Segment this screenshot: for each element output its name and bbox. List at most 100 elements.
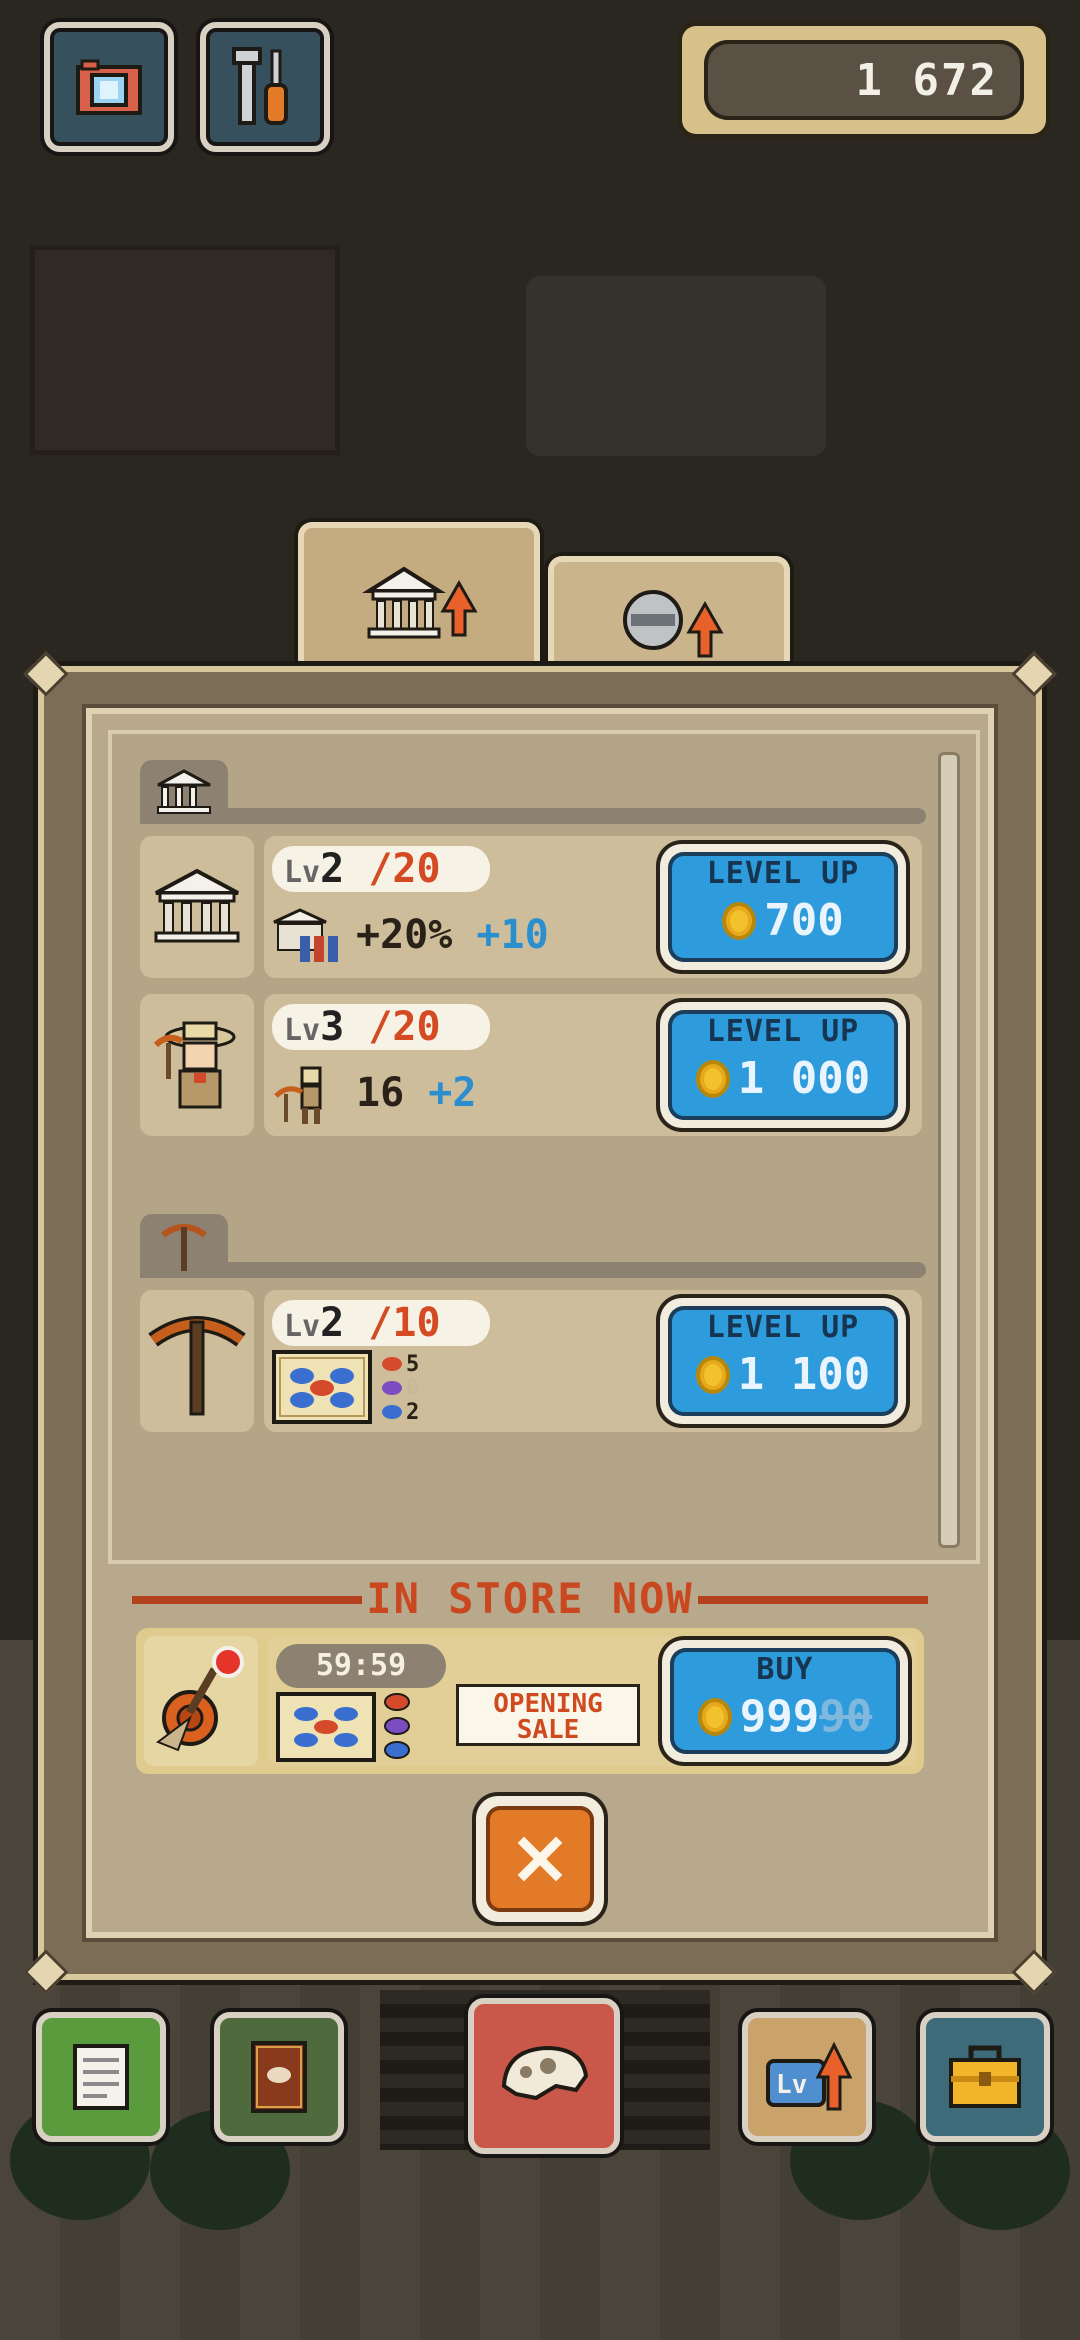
museum-upgrade-icon <box>362 566 478 639</box>
upgrade-row: Lv2 /10 5 0 2 LEVEL UP 1 100 <box>140 1290 922 1432</box>
nav-level-up-button[interactable]: Lv <box>742 2012 872 2142</box>
level-up-button-face: LEVEL UP 700 <box>668 852 898 962</box>
stat-value: +20% <box>356 912 453 958</box>
level-indicator: Lv2 /10 <box>272 1300 490 1346</box>
stat-bonus: +10 <box>476 912 549 958</box>
camera-button[interactable] <box>44 22 174 152</box>
level-up-price: 1 100 <box>668 1349 898 1400</box>
level-prefix: Lv <box>284 1013 321 1048</box>
buy-price: 99990 <box>670 1691 900 1742</box>
row-body: Lv3 /20 16 +2 LEVEL UP 1 000 <box>264 994 922 1136</box>
buy-button-face: BUY 99990 <box>670 1648 900 1754</box>
level-max: /10 <box>368 1300 441 1346</box>
level-prefix: Lv <box>284 855 321 890</box>
level-indicator: Lv2 /20 <box>272 846 490 892</box>
section-tab <box>140 760 228 824</box>
original-price-struck: 90 <box>819 1691 873 1742</box>
coin-counter: 1 672 <box>682 26 1046 134</box>
museum-icon <box>157 769 211 814</box>
store-item-icon-box <box>144 1636 258 1766</box>
gem-count-value: 5 <box>406 1351 420 1377</box>
tools-icon <box>232 47 288 125</box>
level-up-icon-label: Lv <box>776 2070 807 2100</box>
gem-count-value: 0 <box>406 1375 420 1401</box>
coin-amount: 1 672 <box>704 40 1024 120</box>
gem-count-blue: 2 <box>382 1400 442 1425</box>
pickaxe-icon <box>148 1316 246 1416</box>
buy-button[interactable]: BUY 99990 <box>662 1640 908 1762</box>
sale-line-2: SALE <box>516 1715 580 1745</box>
coin-icon <box>695 1355 730 1394</box>
gem-counts: 5 0 2 <box>382 1351 442 1425</box>
section-divider <box>228 808 926 824</box>
level-up-label: LEVEL UP <box>706 856 860 891</box>
close-button[interactable] <box>476 1796 604 1922</box>
store-offer: 59:59 OPENING SALE BUY 99990 <box>136 1628 924 1774</box>
gem-map-icon <box>276 1692 376 1762</box>
level-up-button-face: LEVEL UP 1 100 <box>668 1306 898 1416</box>
robot-upgrade-icon <box>623 590 724 658</box>
level-indicator: Lv3 /20 <box>272 1004 490 1050</box>
stat-bonus: +2 <box>428 1070 477 1116</box>
buy-label: BUY <box>756 1652 814 1687</box>
section-divider <box>228 1262 926 1278</box>
price-value: 1 000 <box>737 1053 871 1104</box>
upgrade-row: Lv2 /20 +20% +10 LEVEL UP 700 <box>140 836 922 978</box>
fossil-skull-icon <box>501 2045 589 2101</box>
section-header-museum <box>140 760 926 824</box>
level-up-price: 700 <box>668 895 898 946</box>
gem-count-purple: 0 <box>382 1375 442 1401</box>
coin-icon <box>697 1697 732 1736</box>
coin-icon <box>722 901 757 940</box>
visitors-icon <box>273 908 338 962</box>
background-rug <box>520 270 832 462</box>
level-up-label: LEVEL UP <box>706 1310 860 1345</box>
store-body: 59:59 OPENING SALE BUY 99990 <box>268 1636 916 1766</box>
stat-line: 16 +2 <box>356 1070 476 1116</box>
nav-journal-button[interactable] <box>214 2012 344 2142</box>
tab-museum-upgrades[interactable] <box>298 522 540 678</box>
stat-value: 16 <box>356 1070 405 1116</box>
nav-fossils-button[interactable] <box>468 1998 620 2154</box>
nav-quests-button[interactable] <box>36 2012 166 2142</box>
section-header-pickaxe <box>140 1214 926 1278</box>
toolbox-icon <box>949 2045 1021 2108</box>
level-up-button[interactable]: LEVEL UP 700 <box>660 844 906 970</box>
level-current: 2 <box>320 1300 345 1346</box>
purple-gem-icon <box>382 1381 402 1395</box>
red-gem-icon <box>382 1357 402 1371</box>
level-up-icon: Lv <box>766 2041 852 2111</box>
drill-pickaxe-icon <box>155 1646 244 1752</box>
store-header: IN STORE NOW <box>132 1574 928 1624</box>
level-current: 2 <box>320 846 345 892</box>
level-up-button-face: LEVEL UP 1 000 <box>668 1010 898 1120</box>
level-max: /20 <box>368 1004 441 1050</box>
close-button-face <box>486 1806 594 1912</box>
sale-price: 999 <box>739 1691 820 1742</box>
gem-map-icon <box>272 1350 372 1424</box>
camera-icon <box>76 59 142 115</box>
level-up-button[interactable]: LEVEL UP 1 100 <box>660 1298 906 1424</box>
museum-icon <box>154 868 240 943</box>
store-title: IN STORE NOW <box>366 1574 694 1623</box>
opening-sale-tag: OPENING SALE <box>456 1684 640 1746</box>
nav-shop-button[interactable] <box>920 2012 1050 2142</box>
tab-robot-upgrades[interactable] <box>548 556 790 678</box>
notes-icon <box>73 2044 129 2110</box>
close-icon <box>517 1836 563 1882</box>
level-up-button[interactable]: LEVEL UP 1 000 <box>660 1002 906 1128</box>
upgrade-list-scrollbar[interactable] <box>938 752 960 1548</box>
row-icon-box <box>140 994 254 1136</box>
level-up-label: LEVEL UP <box>706 1014 860 1049</box>
offer-timer: 59:59 <box>276 1644 446 1688</box>
price-value: 1 100 <box>737 1349 871 1400</box>
pickaxe-icon <box>161 1224 207 1271</box>
book-icon <box>251 2041 307 2113</box>
upgrade-row: Lv3 /20 16 +2 LEVEL UP 1 000 <box>140 994 922 1136</box>
settings-button[interactable] <box>200 22 330 152</box>
level-prefix: Lv <box>284 1309 321 1344</box>
row-body: Lv2 /10 5 0 2 LEVEL UP 1 100 <box>264 1290 922 1432</box>
coin-icon <box>695 1059 730 1098</box>
level-up-price: 1 000 <box>668 1053 898 1104</box>
level-max: /20 <box>368 846 441 892</box>
